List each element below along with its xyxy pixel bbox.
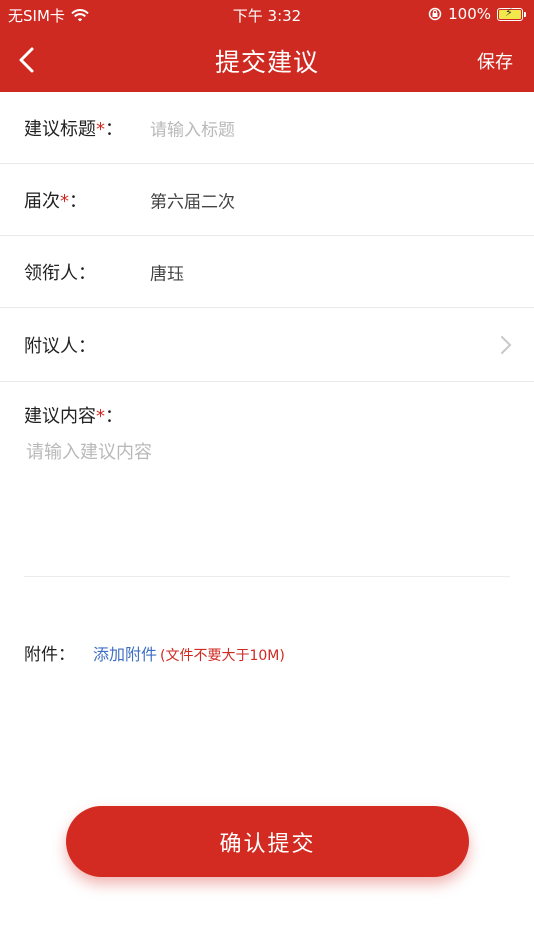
page-title: 提交建议	[214, 48, 319, 77]
battery-percent: 100%	[448, 5, 491, 23]
session-label: 届次*：	[24, 190, 87, 212]
divider	[24, 576, 510, 577]
session-value: 第六届二次	[150, 192, 235, 212]
cosigner-row[interactable]: 附议人：	[0, 308, 534, 382]
title-row[interactable]: 建议标题*： 请输入标题	[0, 92, 534, 164]
required-mark: *	[60, 190, 69, 212]
leader-row: 领衔人： 唐珏	[0, 236, 534, 308]
content-textarea[interactable]: 请输入建议内容	[26, 438, 510, 558]
add-attachment-link[interactable]: 添加附件	[93, 641, 157, 665]
attachment-size-note: (文件不要大于10M)	[160, 648, 285, 664]
required-mark: *	[96, 406, 105, 427]
title-label: 建议标题*：	[24, 118, 123, 140]
session-row: 届次*： 第六届二次	[0, 164, 534, 236]
orientation-lock-icon	[428, 7, 442, 21]
nav-bar: 提交建议 保存	[0, 28, 534, 92]
status-bar: 无SIM卡 下午 3:32 100% ⚡	[0, 0, 534, 28]
leader-label: 领衔人：	[24, 262, 96, 284]
chevron-right-icon[interactable]	[500, 335, 512, 355]
status-right: 100% ⚡	[428, 5, 526, 23]
submit-button[interactable]: 确认提交	[66, 806, 469, 877]
title-input[interactable]: 请输入标题	[150, 115, 235, 140]
save-button[interactable]: 保存	[477, 48, 513, 74]
attachment-row: 附件： 添加附件 (文件不要大于10M)	[24, 640, 285, 665]
content-label: 建议内容*：	[24, 406, 123, 427]
leader-value: 唐珏	[150, 264, 184, 284]
cosigner-label: 附议人：	[24, 335, 96, 357]
battery-icon: ⚡	[497, 6, 523, 21]
attachment-label: 附件：	[24, 645, 75, 665]
required-mark: *	[96, 118, 105, 140]
